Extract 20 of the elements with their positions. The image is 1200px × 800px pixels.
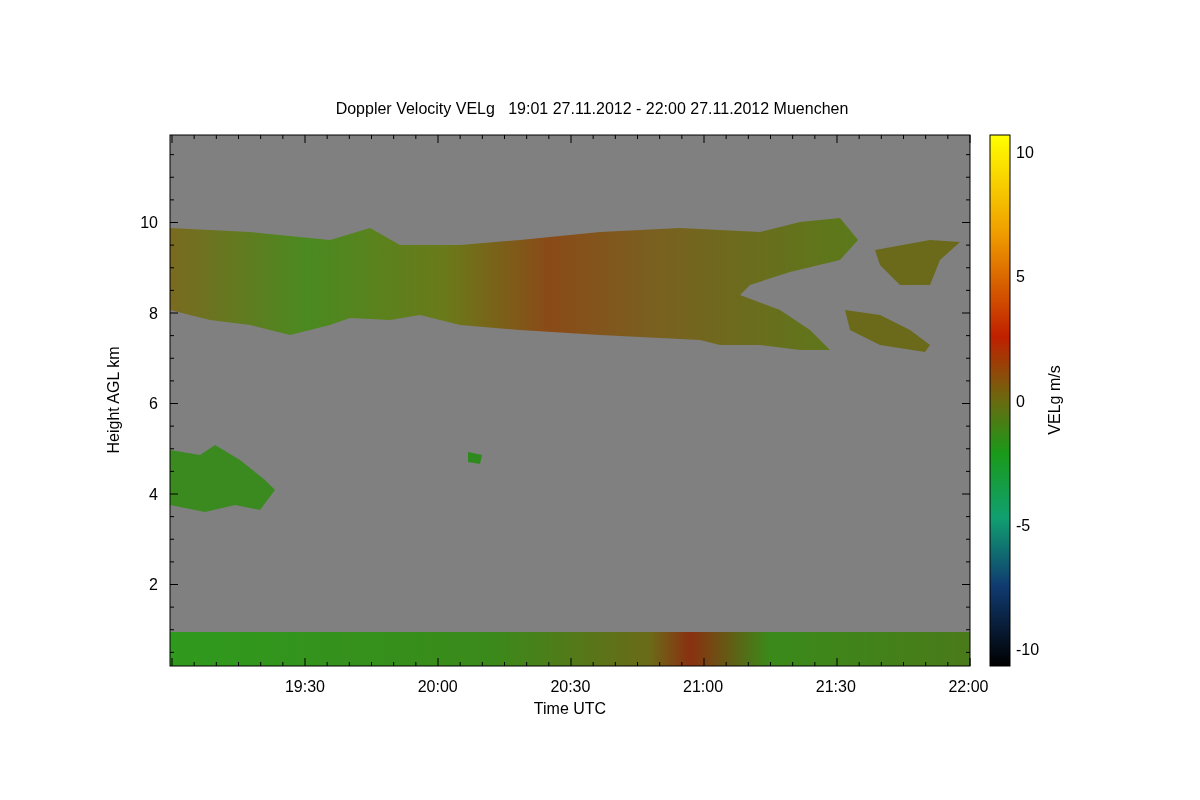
colorbar-tick-label: 5 xyxy=(1016,268,1025,286)
x-axis-label: Time UTC xyxy=(533,700,607,717)
y-tick-label: 4 xyxy=(149,485,158,503)
colorbar-tick-label: 0 xyxy=(1016,392,1025,410)
x-tick-label: 22:00 xyxy=(948,678,989,695)
colorbar-label: VELg m/s xyxy=(1046,365,1063,435)
colorbar-tick-label: 10 xyxy=(1016,144,1034,161)
y-tick-label: 8 xyxy=(149,304,158,322)
y-tick-label: 6 xyxy=(149,395,158,412)
x-tick-label: 20:30 xyxy=(550,678,591,695)
x-tick-label: 20:00 xyxy=(417,678,458,695)
y-axis-label: Height AGL km xyxy=(105,346,122,454)
x-tick-label: 19:30 xyxy=(285,678,325,695)
colorbar-tick-label: -5 xyxy=(1016,516,1031,534)
y-tick-label: 10 xyxy=(140,214,158,231)
x-tick-label: 21:00 xyxy=(683,678,724,695)
chart-title: Doppler Velocity VELg 19:01 27.11.2012 - 22:00 27.11.2012 Muenchen xyxy=(335,100,849,117)
x-tick-label: 21:30 xyxy=(815,678,856,695)
y-tick-label: 2 xyxy=(149,576,158,593)
colorbar-tick-label: -10 xyxy=(1016,641,1040,659)
